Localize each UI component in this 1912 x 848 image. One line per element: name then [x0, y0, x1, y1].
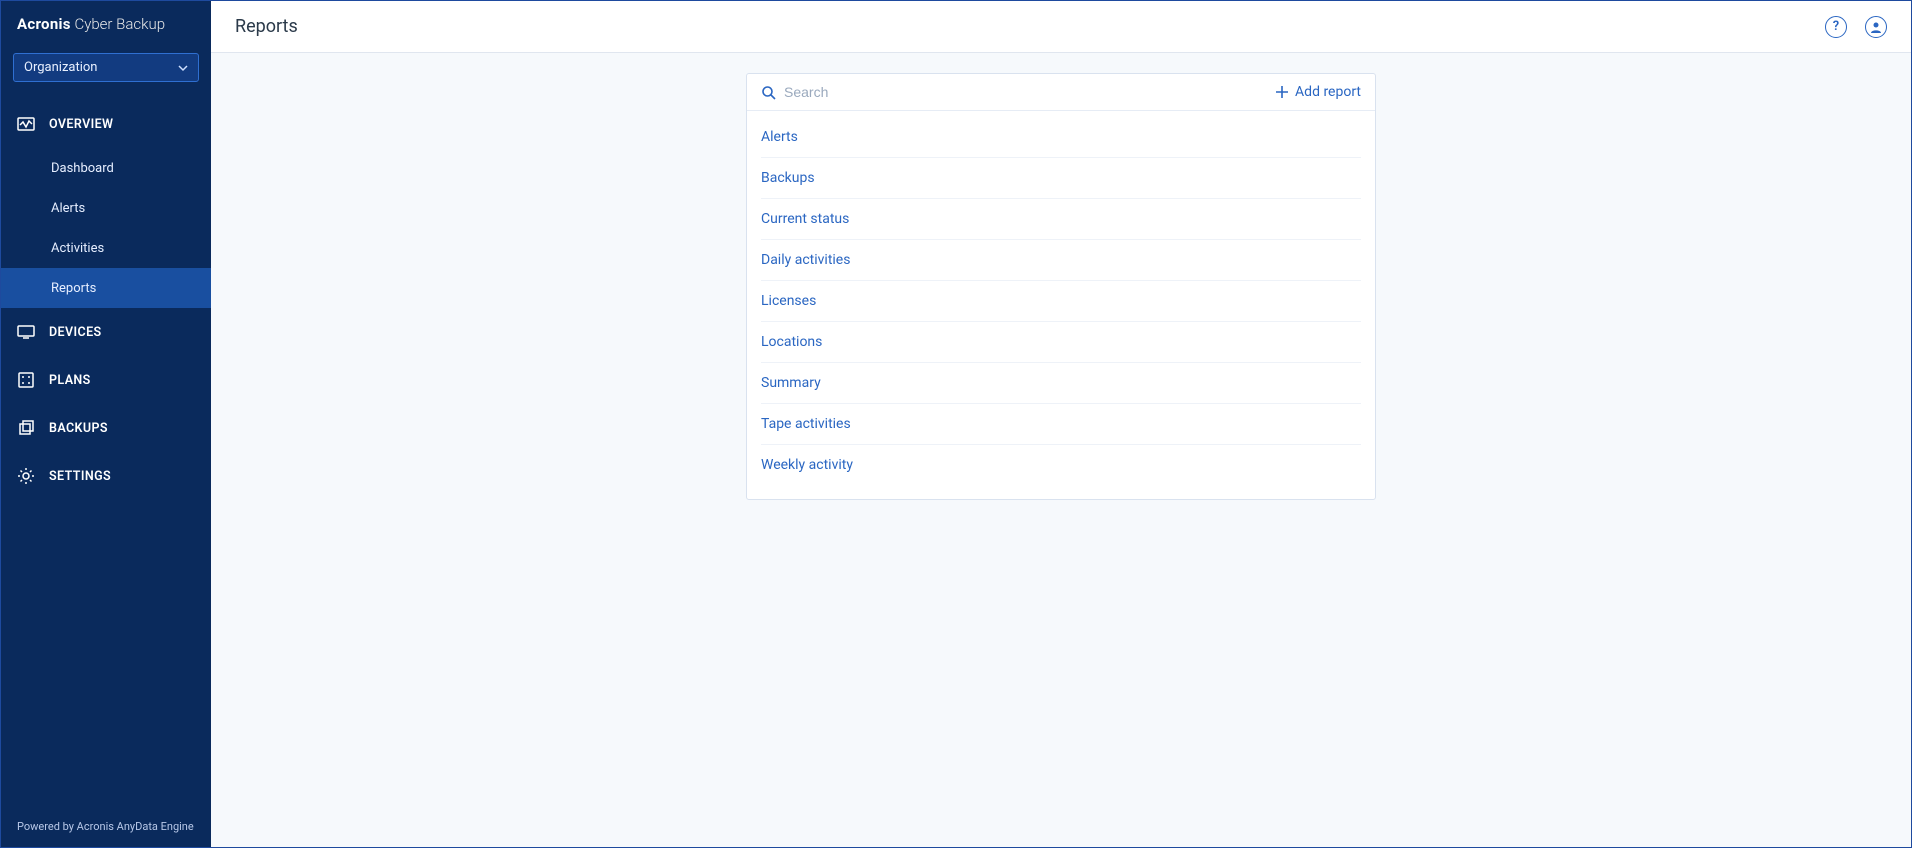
content: Add report AlertsBackupsCurrent statusDa… [211, 53, 1911, 847]
sidebar-sub-reports[interactable]: Reports [1, 268, 211, 308]
search-wrap [761, 84, 1275, 100]
main-area: Reports ? Add report [211, 1, 1911, 847]
brand-logo: Acronis Cyber Backup [1, 1, 211, 43]
report-item[interactable]: Current status [761, 199, 1361, 240]
organization-selector[interactable]: Organization [13, 53, 199, 82]
report-list: AlertsBackupsCurrent statusDaily activit… [747, 111, 1375, 499]
overview-icon [17, 115, 35, 133]
add-report-label: Add report [1295, 84, 1361, 100]
help-icon[interactable]: ? [1825, 16, 1847, 38]
sidebar-nav: OVERVIEW Dashboard Alerts Activities Rep… [1, 100, 211, 806]
report-item[interactable]: Weekly activity [761, 445, 1361, 485]
sidebar-item-devices[interactable]: DEVICES [1, 308, 211, 356]
page-title: Reports [235, 16, 1825, 37]
search-input[interactable] [784, 84, 1275, 100]
reports-card: Add report AlertsBackupsCurrent statusDa… [746, 73, 1376, 500]
report-item[interactable]: Backups [761, 158, 1361, 199]
search-icon [761, 85, 776, 100]
sidebar-footer: Powered by Acronis AnyData Engine [1, 806, 211, 847]
report-item[interactable]: Locations [761, 322, 1361, 363]
topbar-icons: ? [1825, 16, 1887, 38]
sidebar-item-settings[interactable]: SETTINGS [1, 452, 211, 500]
backups-icon [17, 419, 35, 437]
brand-light: Cyber Backup [71, 15, 165, 33]
card-toolbar: Add report [747, 74, 1375, 111]
topbar: Reports ? [211, 1, 1911, 53]
sidebar: Acronis Cyber Backup Organization OVERVI… [1, 1, 211, 847]
add-report-button[interactable]: Add report [1275, 84, 1361, 100]
sidebar-sub-alerts[interactable]: Alerts [1, 188, 211, 228]
brand-bold: Acronis [17, 15, 71, 33]
report-item[interactable]: Summary [761, 363, 1361, 404]
sidebar-label: SETTINGS [49, 469, 111, 484]
chevron-down-icon [178, 63, 188, 73]
plus-icon [1275, 85, 1289, 99]
sidebar-item-plans[interactable]: PLANS [1, 356, 211, 404]
user-icon[interactable] [1865, 16, 1887, 38]
report-item[interactable]: Alerts [761, 117, 1361, 158]
sidebar-label: PLANS [49, 373, 91, 388]
sidebar-label: OVERVIEW [49, 117, 113, 132]
sidebar-sub-dashboard[interactable]: Dashboard [1, 148, 211, 188]
plans-icon [17, 371, 35, 389]
devices-icon [17, 323, 35, 341]
organization-label: Organization [24, 60, 97, 75]
report-item[interactable]: Licenses [761, 281, 1361, 322]
report-item[interactable]: Daily activities [761, 240, 1361, 281]
report-item[interactable]: Tape activities [761, 404, 1361, 445]
sidebar-label: DEVICES [49, 325, 102, 340]
sidebar-label: BACKUPS [49, 421, 108, 436]
sidebar-item-backups[interactable]: BACKUPS [1, 404, 211, 452]
sidebar-item-overview[interactable]: OVERVIEW [1, 100, 211, 148]
settings-icon [17, 467, 35, 485]
sidebar-sub-activities[interactable]: Activities [1, 228, 211, 268]
